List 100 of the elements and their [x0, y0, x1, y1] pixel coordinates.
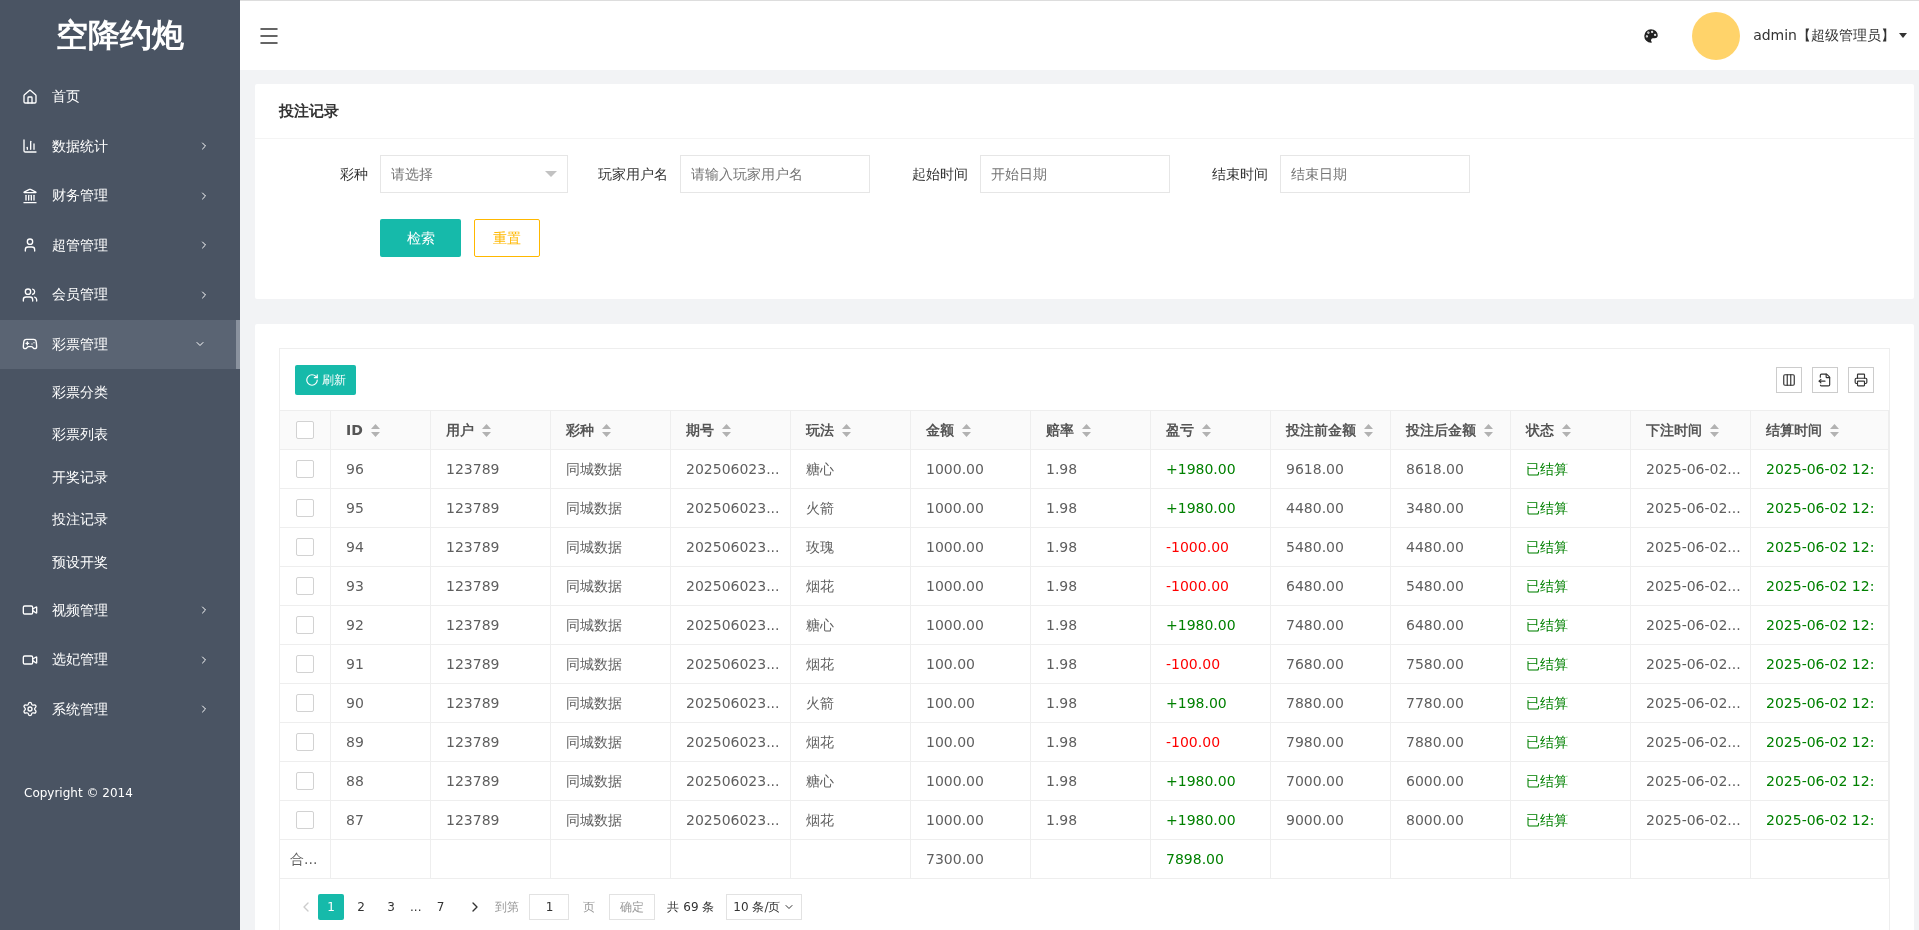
column-header[interactable]: 投注前金额 — [1271, 411, 1391, 449]
checkbox[interactable] — [296, 421, 314, 439]
page-unit: 页 — [583, 898, 596, 916]
page-size-select[interactable]: 10 条/页 — [726, 893, 802, 920]
sidebar-subitem[interactable]: 预设开奖 — [0, 541, 240, 584]
page-button[interactable]: 3 — [378, 893, 404, 920]
table-cell: 202506023... — [671, 528, 791, 566]
table-cell: 6480.00 — [1391, 606, 1511, 644]
sidebar-subitem[interactable]: 投注记录 — [0, 498, 240, 541]
table-cell: 玫瑰 — [791, 528, 911, 566]
checkbox[interactable] — [296, 499, 314, 517]
table-cell: 7880.00 — [1271, 684, 1391, 722]
palette-icon[interactable] — [1642, 26, 1661, 45]
column-header[interactable]: 盈亏 — [1151, 411, 1271, 449]
sort-icon[interactable] — [1364, 423, 1373, 437]
checkbox[interactable] — [296, 538, 314, 556]
checkbox[interactable] — [296, 577, 314, 595]
table-cell: 1000.00 — [911, 450, 1031, 488]
table-cell: 1000.00 — [911, 801, 1031, 839]
column-header[interactable]: 彩种 — [551, 411, 671, 449]
sidebar-subitem[interactable]: 彩票分类 — [0, 371, 240, 414]
table-cell: 烟花 — [791, 645, 911, 683]
refresh-icon — [305, 372, 319, 387]
sidebar-item[interactable]: 超管管理 — [0, 220, 240, 270]
page-input[interactable]: 1 — [529, 893, 570, 920]
sort-icon[interactable] — [1710, 423, 1719, 437]
sidebar-item[interactable]: 财务管理 — [0, 171, 240, 221]
table-cell: 91 — [331, 645, 431, 683]
table-cell: 123789 — [431, 723, 551, 761]
profit-cell: -100.00 — [1151, 723, 1271, 761]
sort-icon[interactable] — [1082, 423, 1091, 437]
table-cell: 96 — [331, 450, 431, 488]
sidebar-subitem[interactable]: 彩票列表 — [0, 413, 240, 456]
checkbox[interactable] — [296, 694, 314, 712]
table-cell: 89 — [331, 723, 431, 761]
bar-chart-icon — [22, 138, 38, 155]
sidebar-item[interactable]: 数据统计 — [0, 121, 240, 171]
sort-icon[interactable] — [1484, 423, 1493, 437]
columns-icon[interactable] — [1776, 366, 1802, 393]
checkbox[interactable] — [296, 655, 314, 673]
status-cell: 已结算 — [1511, 606, 1631, 644]
table-cell: 2025-06-02... — [1631, 645, 1751, 683]
column-header[interactable]: 状态 — [1511, 411, 1631, 449]
table-cell: 100.00 — [911, 723, 1031, 761]
users-icon — [22, 286, 38, 303]
total-amount: 7300.00 — [926, 849, 984, 869]
checkbox[interactable] — [296, 811, 314, 829]
table-cell: 1.98 — [1031, 684, 1151, 722]
table-cell: 123789 — [431, 684, 551, 722]
select-field[interactable]: 请选择 — [380, 155, 568, 193]
profit-cell: -1000.00 — [1151, 528, 1271, 566]
card-title: 投注记录 — [279, 100, 339, 122]
sort-icon[interactable] — [962, 423, 971, 437]
sort-icon[interactable] — [1562, 423, 1571, 437]
sort-icon[interactable] — [1202, 423, 1211, 437]
table-cell: 87 — [331, 801, 431, 839]
column-header[interactable]: 玩法 — [791, 411, 911, 449]
sort-icon[interactable] — [602, 423, 611, 437]
table-cell: 202506023... — [671, 762, 791, 800]
status-cell: 已结算 — [1511, 450, 1631, 488]
page-button[interactable]: 7 — [427, 893, 454, 920]
sidebar-item[interactable]: 首页 — [0, 72, 240, 122]
sidebar-item[interactable]: 选妃管理 — [0, 635, 240, 685]
table-cell: 同城数据 — [551, 567, 671, 605]
input-field[interactable]: 结束日期 — [1280, 155, 1470, 193]
table-cell: 6000.00 — [1391, 762, 1511, 800]
table-cell: 2025-06-02... — [1631, 606, 1751, 644]
column-header[interactable]: ID — [331, 411, 431, 449]
input-field[interactable]: 请输入玩家用户名 — [680, 155, 870, 193]
table-cell: 6480.00 — [1271, 567, 1391, 605]
checkbox[interactable] — [296, 460, 314, 478]
column-header[interactable]: 金额 — [911, 411, 1031, 449]
caret-icon — [1899, 33, 1907, 38]
table-cell: 1.98 — [1031, 645, 1151, 683]
checkbox[interactable] — [296, 616, 314, 634]
checkbox[interactable] — [296, 772, 314, 790]
sort-icon[interactable] — [722, 423, 731, 437]
export-icon[interactable] — [1812, 366, 1838, 393]
checkbox[interactable] — [296, 733, 314, 751]
column-header[interactable]: 期号 — [671, 411, 791, 449]
sidebar-item[interactable]: 会员管理 — [0, 270, 240, 320]
sort-icon[interactable] — [370, 423, 380, 437]
total-label: 合... — [280, 840, 331, 878]
sort-icon[interactable] — [482, 423, 491, 437]
page-button[interactable]: 2 — [348, 893, 374, 920]
column-header[interactable]: 投注后金额 — [1391, 411, 1511, 449]
print-icon[interactable] — [1848, 366, 1874, 393]
user-menu[interactable]: admin【超级管理员】 — [1753, 25, 1907, 46]
sidebar-subitem[interactable]: 开奖记录 — [0, 456, 240, 499]
column-header[interactable]: 结算时间 — [1751, 411, 1889, 449]
input-field[interactable]: 开始日期 — [980, 155, 1170, 193]
sidebar-item[interactable]: 视频管理 — [0, 585, 240, 635]
sidebar-item[interactable]: 系统管理 — [0, 684, 240, 734]
sidebar-item[interactable]: 彩票管理 — [0, 319, 240, 369]
column-header[interactable]: 下注时间 — [1631, 411, 1751, 449]
column-header[interactable]: 用户 — [431, 411, 551, 449]
sort-icon[interactable] — [1830, 423, 1839, 437]
column-header[interactable]: 赔率 — [1031, 411, 1151, 449]
sort-icon[interactable] — [842, 423, 851, 437]
total-count: 共 69 条 — [667, 898, 715, 916]
